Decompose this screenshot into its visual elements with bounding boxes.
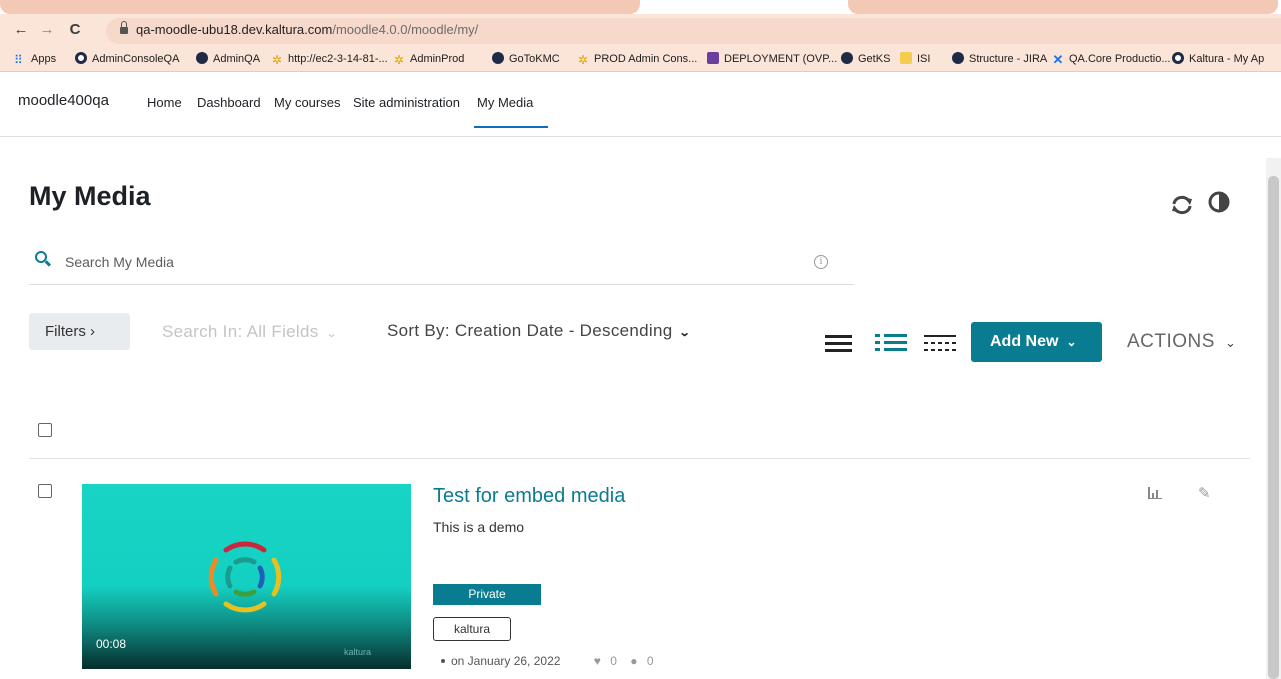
site-brand[interactable]: moodle400qa [18,92,109,109]
sort-by-dropdown[interactable]: Sort By: Creation Date - Descending ⌄ [387,321,692,341]
bookmark-adminqa[interactable]: AdminQA [196,51,260,67]
bookmark-adminprod[interactable]: ✲ AdminProd [393,51,464,67]
forward-arrow-icon[interactable]: → [38,20,56,40]
bookmark-getks[interactable]: GetKS [841,51,890,67]
info-icon[interactable]: i [814,255,828,269]
bookmark-adminconsoleqa[interactable]: AdminConsoleQA [75,51,179,67]
row-separator [29,458,1250,459]
kaltura-flower-icon: ✲ [271,53,283,67]
bullet-icon [441,659,445,663]
nav-my-courses[interactable]: My courses [274,95,340,110]
select-all-checkbox[interactable] [38,423,52,437]
globe-icon [492,52,504,64]
chevron-down-icon: ⌄ [1224,335,1237,350]
lock-icon[interactable] [120,21,128,35]
nav-my-media[interactable]: My Media [477,95,533,110]
media-date: on January 26, 2022 [451,654,561,668]
actions-label: ACTIONS [1127,331,1215,352]
filters-button[interactable]: Filters › [29,313,130,350]
actions-dropdown[interactable]: ACTIONS ⌄ [1127,331,1236,353]
back-arrow-icon[interactable]: ← [12,20,30,40]
media-meta: on January 26, 2022 ♥ 0 ● 0 [441,654,654,668]
nav-home[interactable]: Home [147,95,182,110]
comments-count: 0 [646,654,654,668]
media-duration: 00:08 [96,637,127,651]
nav-active-indicator [474,126,548,128]
bookmark-apps[interactable]: ⠿ Apps [14,51,56,67]
media-thumbnail[interactable]: 00:08 kaltura [82,484,411,669]
bookmark-isi[interactable]: ISI [900,51,930,67]
bookmark-gotokmc[interactable]: GoToKMC [492,51,560,67]
ring-icon [1172,52,1184,64]
chevron-down-icon: ⌄ [679,327,692,339]
bookmark-qa-core-production[interactable]: ✕ QA.Core Productio... [1052,51,1171,67]
status-badge: Private [433,584,541,605]
browser-tab[interactable] [848,0,1278,14]
contrast-icon[interactable] [1207,190,1231,214]
analytics-icon[interactable] [1148,487,1162,499]
search-underline [29,284,854,285]
media-description: This is a demo [433,519,525,535]
media-tag[interactable]: kaltura [433,617,511,641]
chevron-down-icon: ⌄ [325,328,338,340]
search-in-dropdown[interactable]: Search In: All Fields ⌄ [162,322,338,342]
list-view-icon[interactable] [825,335,852,353]
browser-tab-strip [0,0,1281,14]
kaltura-flower-icon: ✲ [393,53,405,67]
edit-pencil-icon[interactable]: ✎ [1198,484,1211,502]
ring-icon [75,52,87,64]
search-input[interactable] [65,251,765,273]
url-text[interactable]: qa-moodle-ubu18.dev.kaltura.com/moodle4.… [136,22,478,37]
confluence-x-icon: ✕ [1052,52,1064,67]
moodle-navbar [0,73,1281,137]
apps-grid-icon: ⠿ [14,53,23,67]
globe-icon [196,52,208,64]
sort-by-label: Sort By: Creation Date - Descending [387,321,673,340]
scrollbar-thumb[interactable] [1268,176,1279,679]
nav-dashboard[interactable]: Dashboard [197,95,261,110]
add-new-label: Add New [990,333,1059,350]
media-title-link[interactable]: Test for embed media [433,485,625,508]
deployment-icon [707,52,719,64]
bookmark-kaltura-my-ap[interactable]: Kaltura - My Ap [1172,51,1264,67]
globe-icon [841,52,853,64]
bookmark-deployment[interactable]: DEPLOYMENT (OVP... [707,51,837,67]
kaltura-watermark: kaltura [344,647,372,657]
page-title: My Media [29,181,151,211]
browser-tab-active[interactable] [0,0,640,14]
reload-icon[interactable]: C [66,20,84,40]
media-item-checkbox[interactable] [38,484,52,498]
add-new-button[interactable]: Add New ⌄ [971,322,1102,362]
search-in-label: Search In: All Fields [162,322,319,341]
heart-icon[interactable]: ♥ [594,654,601,668]
grid-view-icon[interactable] [924,335,956,353]
bookmark-ec2[interactable]: ✲ http://ec2-3-14-81-... [271,51,388,67]
detailed-view-icon[interactable] [875,334,907,352]
nav-site-administration[interactable]: Site administration [353,95,460,110]
bookmark-structure-jira[interactable]: Structure - JIRA [952,51,1047,67]
chevron-down-icon: ⌄ [1066,335,1077,349]
comment-icon[interactable]: ● [630,654,637,668]
search-icon[interactable] [35,251,47,263]
likes-count: 0 [610,654,617,668]
loading-spinner-icon [208,541,282,613]
globe-icon [952,52,964,64]
kaltura-flower-icon: ✲ [577,53,589,67]
folder-icon [900,52,912,64]
bookmark-prod-admin-console[interactable]: ✲ PROD Admin Cons... [577,51,697,67]
refresh-icon[interactable] [1170,193,1194,217]
